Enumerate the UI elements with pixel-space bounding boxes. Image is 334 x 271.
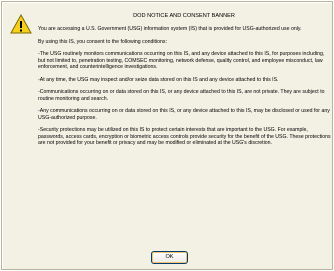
notice-paragraph-intro: You are accessing a U.S. Government (USG…	[38, 26, 302, 32]
notice-paragraph-monitoring: -The USG routinely monitors communicatio…	[38, 51, 325, 70]
dialog-title: DOD NOTICE AND CONSENT BANNER	[133, 13, 235, 19]
notice-paragraph-security: -Security protections may be utilized on…	[38, 127, 331, 146]
ok-button[interactable]: OK	[151, 251, 188, 264]
notice-paragraph-consent: By using this IS, you consent to the fol…	[38, 38, 167, 45]
consent-banner-dialog: DOD NOTICE AND CONSENT BANNER You are ac…	[1, 1, 333, 270]
warning-icon	[10, 14, 32, 34]
notice-body: You are accessing a U.S. Government (USG…	[38, 26, 331, 153]
notice-paragraph-privacy: -Communications occurring on or data sto…	[38, 89, 325, 102]
notice-paragraph-disclosure: -Any communications occurring on or data…	[38, 108, 330, 121]
notice-paragraph-inspection: -At any time, the USG may inspect and/or…	[38, 76, 279, 83]
